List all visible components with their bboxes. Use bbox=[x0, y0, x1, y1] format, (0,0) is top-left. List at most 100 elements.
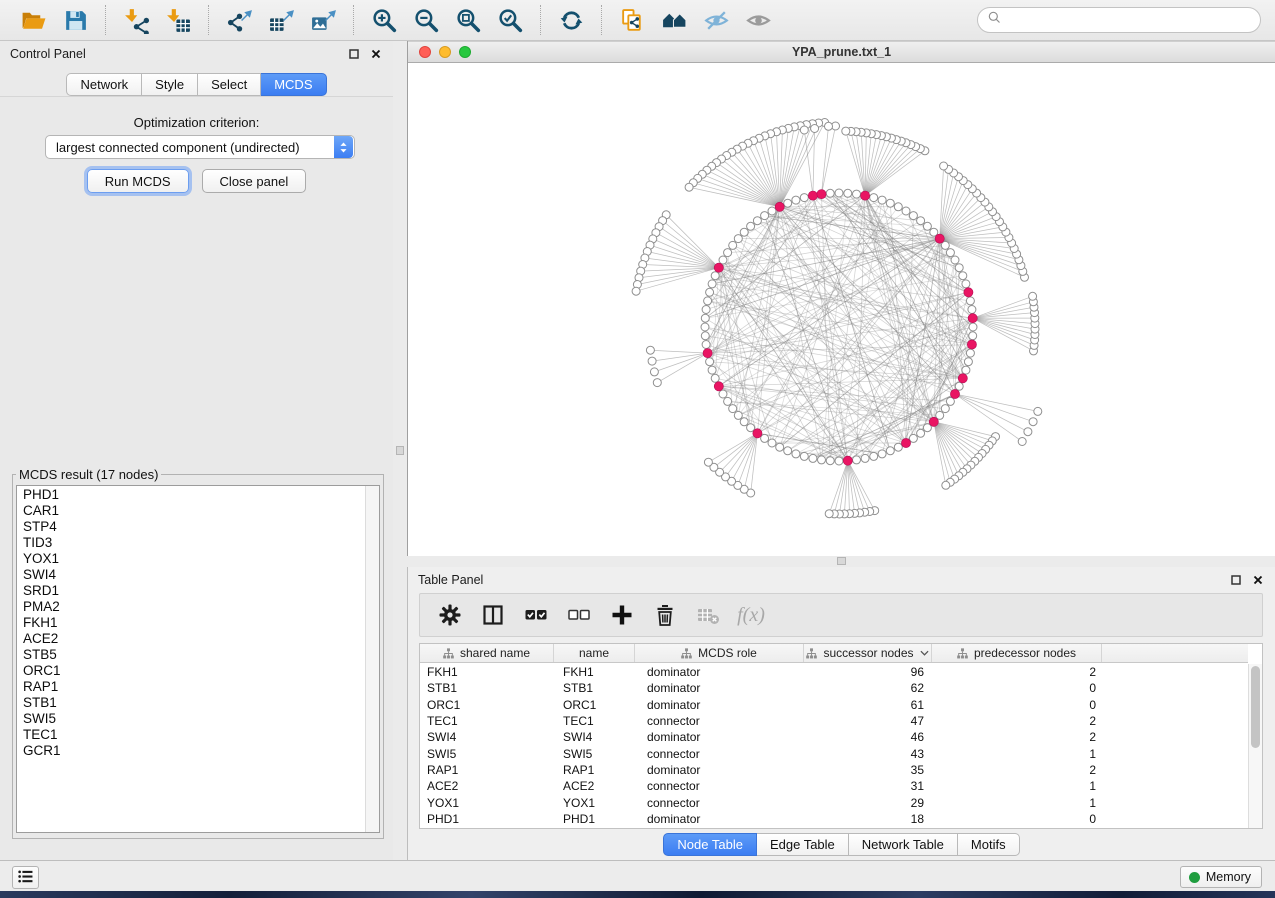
table-cell[interactable]: FKH1 bbox=[554, 665, 635, 679]
table-cell[interactable]: 96 bbox=[804, 665, 932, 679]
table-cell[interactable]: 47 bbox=[804, 714, 932, 728]
export-table-icon[interactable] bbox=[264, 4, 298, 36]
table-cell[interactable]: SWI5 bbox=[554, 747, 635, 761]
table-cell[interactable]: ACE2 bbox=[554, 779, 635, 793]
add-column-icon[interactable] bbox=[607, 600, 637, 630]
mcds-node-item[interactable]: YOX1 bbox=[17, 551, 365, 567]
zoom-out-icon[interactable] bbox=[409, 4, 443, 36]
float-panel-icon[interactable] bbox=[347, 47, 361, 61]
table-cell[interactable]: STB1 bbox=[420, 681, 554, 695]
table-cell[interactable]: STB1 bbox=[554, 681, 635, 695]
deselect-all-icon[interactable] bbox=[564, 600, 594, 630]
settings-icon[interactable] bbox=[435, 600, 465, 630]
delete-column-icon[interactable] bbox=[650, 600, 680, 630]
table-scrollbar[interactable] bbox=[1248, 664, 1262, 828]
scrollbar-thumb[interactable] bbox=[1251, 666, 1260, 748]
show-all-icon[interactable] bbox=[741, 4, 775, 36]
splitter-grip[interactable] bbox=[837, 557, 846, 565]
table-cell[interactable]: 0 bbox=[932, 698, 1102, 712]
table-cell[interactable]: 1 bbox=[932, 779, 1102, 793]
table-row[interactable]: YOX1YOX1connector291 bbox=[420, 794, 1248, 810]
table-cell[interactable]: 62 bbox=[804, 681, 932, 695]
table-cell[interactable]: TEC1 bbox=[554, 714, 635, 728]
tab-motifs[interactable]: Motifs bbox=[958, 833, 1020, 856]
table-cell[interactable]: dominator bbox=[635, 698, 804, 712]
zoom-fit-icon[interactable] bbox=[451, 4, 485, 36]
tab-node-table[interactable]: Node Table bbox=[663, 833, 757, 856]
import-table-icon[interactable] bbox=[161, 4, 195, 36]
mcds-node-item[interactable]: CAR1 bbox=[17, 503, 365, 519]
table-cell[interactable]: 31 bbox=[804, 779, 932, 793]
table-cell[interactable]: SWI4 bbox=[420, 730, 554, 744]
table-row[interactable]: FKH1FKH1dominator962 bbox=[420, 664, 1248, 680]
table-cell[interactable]: 0 bbox=[932, 681, 1102, 695]
mcds-node-item[interactable]: TEC1 bbox=[17, 727, 365, 743]
table-cell[interactable]: connector bbox=[635, 779, 804, 793]
mcds-node-item[interactable]: TID3 bbox=[17, 535, 365, 551]
table-cell[interactable]: connector bbox=[635, 714, 804, 728]
table-cell[interactable]: ACE2 bbox=[420, 779, 554, 793]
table-cell[interactable]: dominator bbox=[635, 763, 804, 777]
run-mcds-button[interactable]: Run MCDS bbox=[87, 169, 189, 193]
table-row[interactable]: ORC1ORC1dominator610 bbox=[420, 697, 1248, 713]
table-cell[interactable]: YOX1 bbox=[554, 796, 635, 810]
hide-selected-icon[interactable] bbox=[699, 4, 733, 36]
table-cell[interactable]: 2 bbox=[932, 714, 1102, 728]
tab-edge-table[interactable]: Edge Table bbox=[757, 833, 849, 856]
table-cell[interactable]: 2 bbox=[932, 665, 1102, 679]
mcds-node-item[interactable]: GCR1 bbox=[17, 743, 365, 759]
tab-network-table[interactable]: Network Table bbox=[849, 833, 958, 856]
mcds-list-scrollbar[interactable] bbox=[365, 486, 379, 832]
first-neighbors-icon[interactable] bbox=[657, 4, 691, 36]
table-cell[interactable]: PHD1 bbox=[554, 812, 635, 826]
mcds-node-item[interactable]: STB1 bbox=[17, 695, 365, 711]
table-row[interactable]: PHD1PHD1dominator180 bbox=[420, 811, 1248, 827]
table-row[interactable]: SWI5SWI5connector431 bbox=[420, 745, 1248, 761]
select-all-icon[interactable] bbox=[521, 600, 551, 630]
table-row[interactable]: ACE2ACE2connector311 bbox=[420, 778, 1248, 794]
mcds-node-item[interactable]: SWI4 bbox=[17, 567, 365, 583]
close-panel-icon[interactable] bbox=[1251, 573, 1265, 587]
table-cell[interactable]: RAP1 bbox=[554, 763, 635, 777]
table-cell[interactable]: ORC1 bbox=[554, 698, 635, 712]
mcds-node-item[interactable]: ACE2 bbox=[17, 631, 365, 647]
float-panel-icon[interactable] bbox=[1229, 573, 1243, 587]
zoom-selected-icon[interactable] bbox=[493, 4, 527, 36]
mcds-node-item[interactable]: STB5 bbox=[17, 647, 365, 663]
network-canvas[interactable] bbox=[408, 63, 1275, 556]
tab-select[interactable]: Select bbox=[198, 73, 261, 96]
table-cell[interactable]: YOX1 bbox=[420, 796, 554, 810]
tab-network[interactable]: Network bbox=[66, 73, 142, 96]
refresh-layout-icon[interactable] bbox=[554, 4, 588, 36]
save-session-icon[interactable] bbox=[58, 4, 92, 36]
column-header-mcds-role[interactable]: MCDS role bbox=[635, 644, 804, 662]
table-cell[interactable]: dominator bbox=[635, 665, 804, 679]
table-cell[interactable]: 1 bbox=[932, 796, 1102, 810]
vertical-splitter[interactable] bbox=[393, 41, 407, 860]
mcds-node-item[interactable]: RAP1 bbox=[17, 679, 365, 695]
horizontal-splitter[interactable] bbox=[407, 556, 1275, 567]
table-cell[interactable]: dominator bbox=[635, 681, 804, 695]
mcds-node-item[interactable]: PMA2 bbox=[17, 599, 365, 615]
column-header-shared-name[interactable]: shared name bbox=[420, 644, 554, 662]
open-file-icon[interactable] bbox=[16, 4, 50, 36]
table-cell[interactable]: SWI4 bbox=[554, 730, 635, 744]
table-cell[interactable]: RAP1 bbox=[420, 763, 554, 777]
column-header-successor-nodes[interactable]: successor nodes bbox=[804, 644, 932, 662]
mcds-node-item[interactable]: FKH1 bbox=[17, 615, 365, 631]
export-image-icon[interactable] bbox=[306, 4, 340, 36]
table-cell[interactable]: SWI5 bbox=[420, 747, 554, 761]
table-row[interactable]: SWI4SWI4dominator462 bbox=[420, 729, 1248, 745]
column-header-name[interactable]: name bbox=[554, 644, 635, 662]
table-cell[interactable]: 18 bbox=[804, 812, 932, 826]
mcds-node-item[interactable]: SWI5 bbox=[17, 711, 365, 727]
search-input[interactable] bbox=[1007, 10, 1251, 30]
table-cell[interactable]: dominator bbox=[635, 730, 804, 744]
table-cell[interactable]: 61 bbox=[804, 698, 932, 712]
table-row[interactable]: TEC1TEC1connector472 bbox=[420, 713, 1248, 729]
mcds-node-item[interactable]: ORC1 bbox=[17, 663, 365, 679]
table-cell[interactable]: 1 bbox=[932, 747, 1102, 761]
table-cell[interactable]: 46 bbox=[804, 730, 932, 744]
table-cell[interactable]: 35 bbox=[804, 763, 932, 777]
splitter-grip[interactable] bbox=[396, 446, 404, 455]
